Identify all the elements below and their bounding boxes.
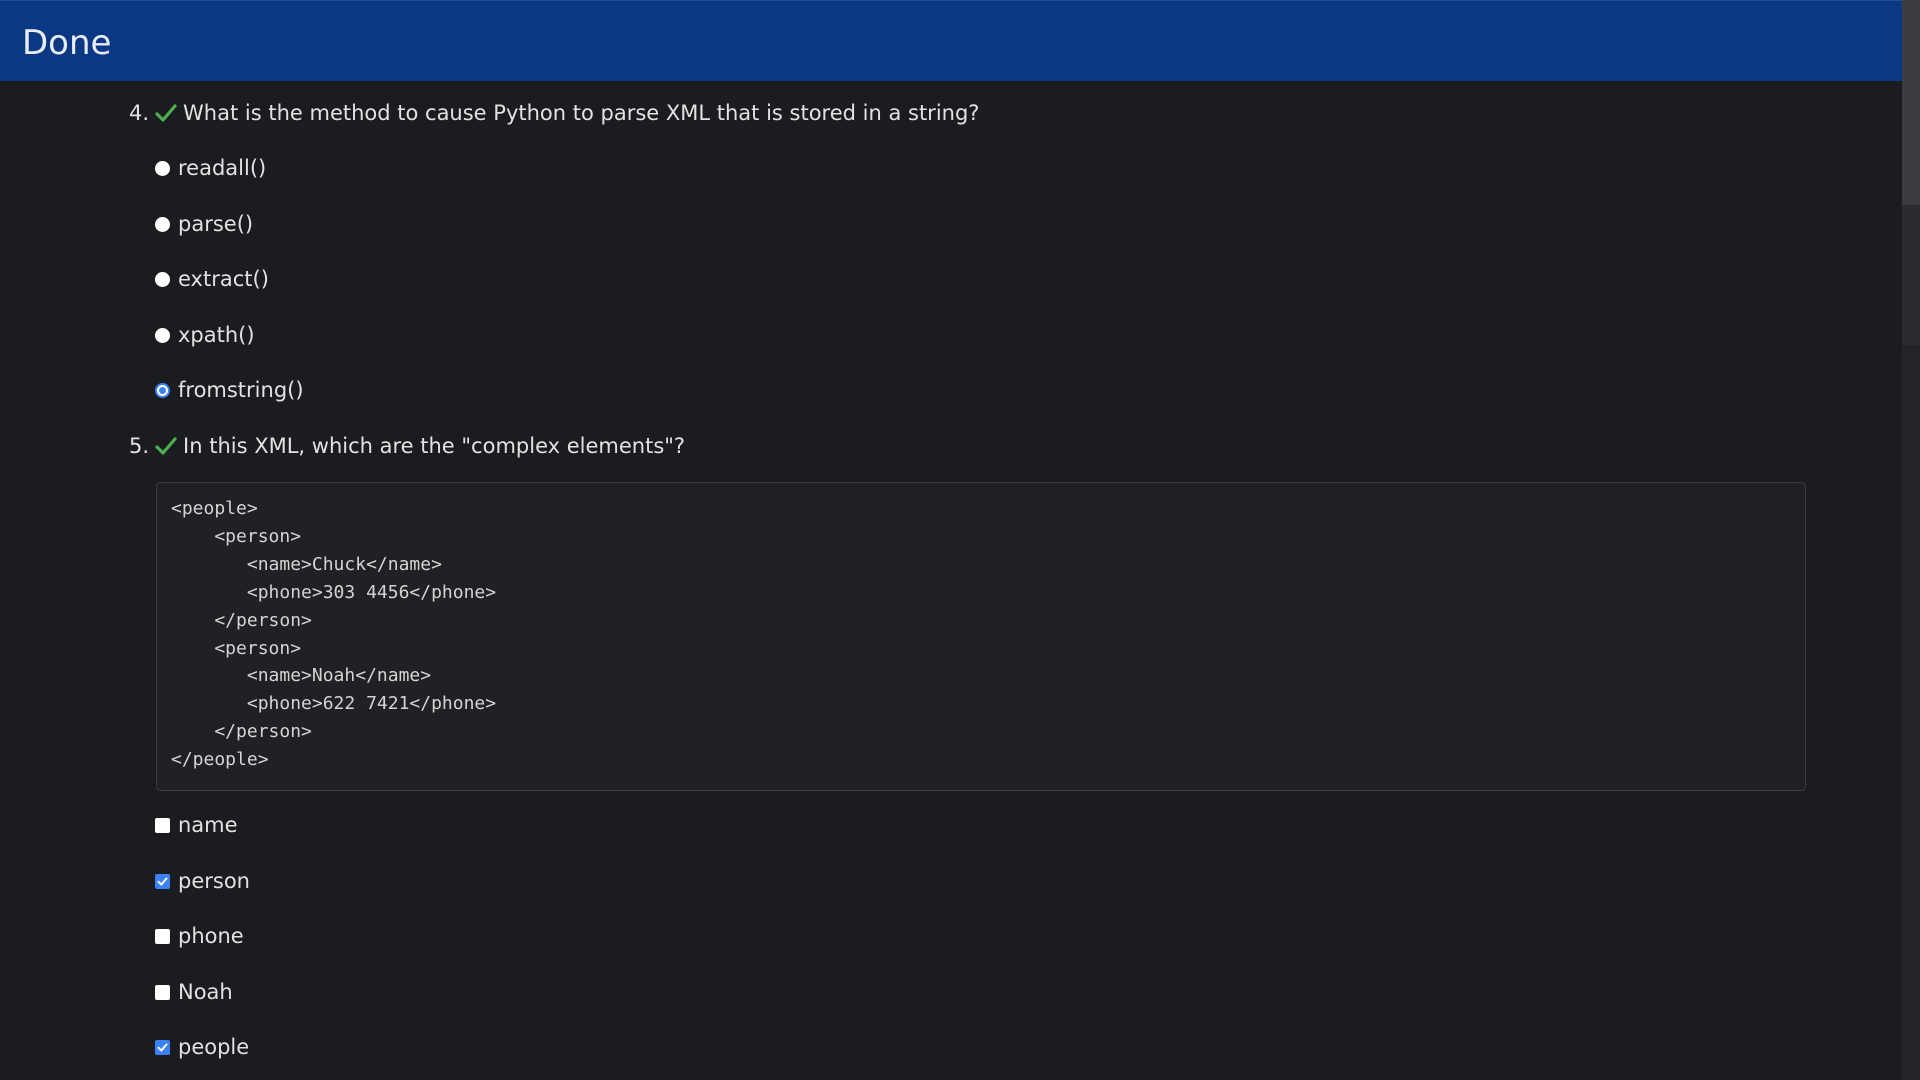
radio-button[interactable] bbox=[155, 271, 170, 287]
option-label: extract() bbox=[178, 267, 269, 291]
checkbox[interactable] bbox=[155, 984, 170, 1000]
radio-button[interactable] bbox=[155, 160, 170, 176]
checkbox-checked[interactable] bbox=[155, 1039, 170, 1055]
vertical-scrollbar[interactable] bbox=[1902, 0, 1920, 1080]
checkbox[interactable] bbox=[155, 817, 170, 833]
correct-check-icon bbox=[155, 436, 177, 456]
radio-button-selected[interactable] bbox=[155, 382, 170, 398]
option-noah[interactable]: Noah bbox=[155, 979, 233, 1005]
question-text: What is the method to cause Python to pa… bbox=[183, 101, 980, 125]
checkbox-checked[interactable] bbox=[155, 873, 170, 889]
option-extract[interactable]: extract() bbox=[155, 266, 269, 292]
checkmark-icon bbox=[157, 877, 168, 885]
question-number: 5. bbox=[129, 434, 150, 458]
page-title: Done bbox=[22, 23, 112, 63]
question-text: In this XML, which are the "complex elem… bbox=[183, 434, 686, 458]
correct-check-icon bbox=[155, 103, 177, 123]
option-label: parse() bbox=[178, 212, 254, 236]
checkmark-icon bbox=[157, 1043, 168, 1051]
option-label: phone bbox=[178, 924, 244, 948]
option-readall[interactable]: readall() bbox=[155, 155, 266, 181]
option-phone[interactable]: phone bbox=[155, 923, 244, 949]
question-number: 4. bbox=[129, 101, 150, 125]
option-name[interactable]: name bbox=[155, 812, 238, 838]
option-label: Noah bbox=[178, 980, 233, 1004]
option-label: fromstring() bbox=[178, 378, 304, 402]
option-parse[interactable]: parse() bbox=[155, 211, 253, 237]
option-people[interactable]: people bbox=[155, 1034, 249, 1060]
option-xpath[interactable]: xpath() bbox=[155, 322, 255, 348]
option-fromstring[interactable]: fromstring() bbox=[155, 377, 304, 403]
scrollbar-thumb[interactable] bbox=[1902, 0, 1920, 205]
radio-button[interactable] bbox=[155, 327, 170, 343]
xml-code-block: <people> <person> <name>Chuck</name> <ph… bbox=[156, 482, 1806, 791]
option-label: people bbox=[178, 1035, 250, 1059]
question-4: 4. What is the method to cause Python to… bbox=[129, 100, 979, 126]
option-label: person bbox=[178, 869, 250, 893]
option-person[interactable]: person bbox=[155, 868, 250, 894]
option-label: readall() bbox=[178, 156, 267, 180]
scrollbar-track[interactable] bbox=[1902, 345, 1920, 1080]
option-label: name bbox=[178, 813, 238, 837]
page-header: Done bbox=[0, 0, 1902, 81]
option-label: xpath() bbox=[178, 323, 255, 347]
checkbox[interactable] bbox=[155, 928, 170, 944]
question-5: 5. In this XML, which are the "complex e… bbox=[129, 433, 685, 459]
radio-button[interactable] bbox=[155, 216, 170, 232]
